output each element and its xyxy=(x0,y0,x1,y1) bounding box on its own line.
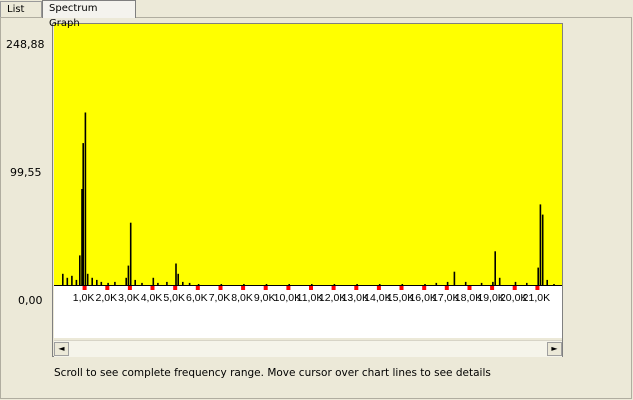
y-axis-label-zero: 0,00 xyxy=(18,294,43,307)
x-tick-marker xyxy=(127,286,132,290)
x-tick-marker xyxy=(105,286,110,290)
spectrum-bar[interactable] xyxy=(498,277,501,286)
x-tick-marker xyxy=(82,286,87,290)
tab-spectrum-graph[interactable]: Spectrum Graph xyxy=(42,0,136,29)
x-tick-marker xyxy=(535,286,540,290)
y-axis-label-top: 248,88 xyxy=(6,38,45,51)
x-tick-label: 3,0K xyxy=(118,292,140,304)
spectrum-bar[interactable] xyxy=(175,263,177,287)
scroll-left-button[interactable]: ◄ xyxy=(54,342,69,356)
x-tick-marker xyxy=(218,286,223,290)
spectrum-bar[interactable] xyxy=(79,255,81,286)
x-tick-marker xyxy=(309,286,313,290)
x-tick-label: 7,0K xyxy=(209,292,231,304)
spectrum-bar[interactable] xyxy=(66,277,69,286)
spectrum-bar[interactable] xyxy=(177,273,179,286)
x-tick-marker xyxy=(376,286,381,290)
spectrum-bar[interactable] xyxy=(152,277,155,286)
x-tick-marker xyxy=(444,286,449,290)
x-tick-label: 8,0K xyxy=(231,292,253,304)
x-tick-marker xyxy=(331,286,336,290)
x-tick-label: 1,0K xyxy=(73,292,95,304)
x-tick-marker xyxy=(150,286,155,290)
footer-hint: Scroll to see complete frequency range. … xyxy=(54,367,491,379)
x-tick-marker xyxy=(354,286,359,290)
x-tick-marker xyxy=(286,286,291,290)
spectrum-bar[interactable] xyxy=(129,222,132,286)
x-tick-label: 4,0K xyxy=(141,292,163,304)
spectrum-bar[interactable] xyxy=(62,273,64,286)
tab-strip: List Spectrum Graph xyxy=(0,0,633,29)
spectrum-bars[interactable] xyxy=(54,24,562,286)
x-tick-label: 2,0K xyxy=(95,292,117,304)
spectrum-bar[interactable] xyxy=(82,143,84,286)
x-tick-marker xyxy=(399,286,404,290)
spectrum-bar[interactable] xyxy=(84,112,87,287)
x-tick-marker xyxy=(467,286,472,290)
x-axis: 1,0K 2,0K 3,0K 4,0K 5,0K 6,0K 7,0K 8,0K 9,0K 10,0… xyxy=(54,286,562,338)
spectrum-bar[interactable] xyxy=(453,271,456,286)
spectrum-plot[interactable] xyxy=(54,24,562,286)
spectrum-bar[interactable] xyxy=(91,277,93,286)
tab-list-label: List xyxy=(7,4,25,15)
spectrum-bar[interactable] xyxy=(71,275,73,286)
x-tick-marker xyxy=(422,286,427,290)
spectrum-bar[interactable] xyxy=(494,251,496,286)
spectrum-bar[interactable] xyxy=(537,267,539,286)
x-tick-marker xyxy=(173,286,178,290)
x-tick-marker xyxy=(195,286,200,290)
spectrum-bar[interactable] xyxy=(86,273,89,286)
x-tick-label: 5,0K xyxy=(163,292,185,304)
spectrum-bar[interactable] xyxy=(127,265,130,286)
y-axis-label-mid: 99,55 xyxy=(10,166,42,179)
x-tick-label: 9,0K xyxy=(254,292,276,304)
x-tick-marker xyxy=(512,286,517,290)
tab-list[interactable]: List xyxy=(0,1,42,17)
x-tick-marker xyxy=(241,286,246,290)
x-tick-marker xyxy=(263,286,268,290)
spectrum-bar[interactable] xyxy=(539,204,542,286)
horizontal-scrollbar[interactable]: ◄ ► xyxy=(54,340,562,357)
spectrum-bar[interactable] xyxy=(125,277,127,286)
spectrum-bar[interactable] xyxy=(541,214,544,286)
x-axis-ticks: 1,0K 2,0K 3,0K 4,0K 5,0K 6,0K 7,0K 8,0K 9,0K10,0… xyxy=(73,286,550,304)
x-tick-label: 6,0K xyxy=(186,292,208,304)
x-tick-marker xyxy=(490,286,495,290)
x-tick-label: 21,0K xyxy=(523,292,550,304)
scroll-right-button[interactable]: ► xyxy=(547,342,562,356)
